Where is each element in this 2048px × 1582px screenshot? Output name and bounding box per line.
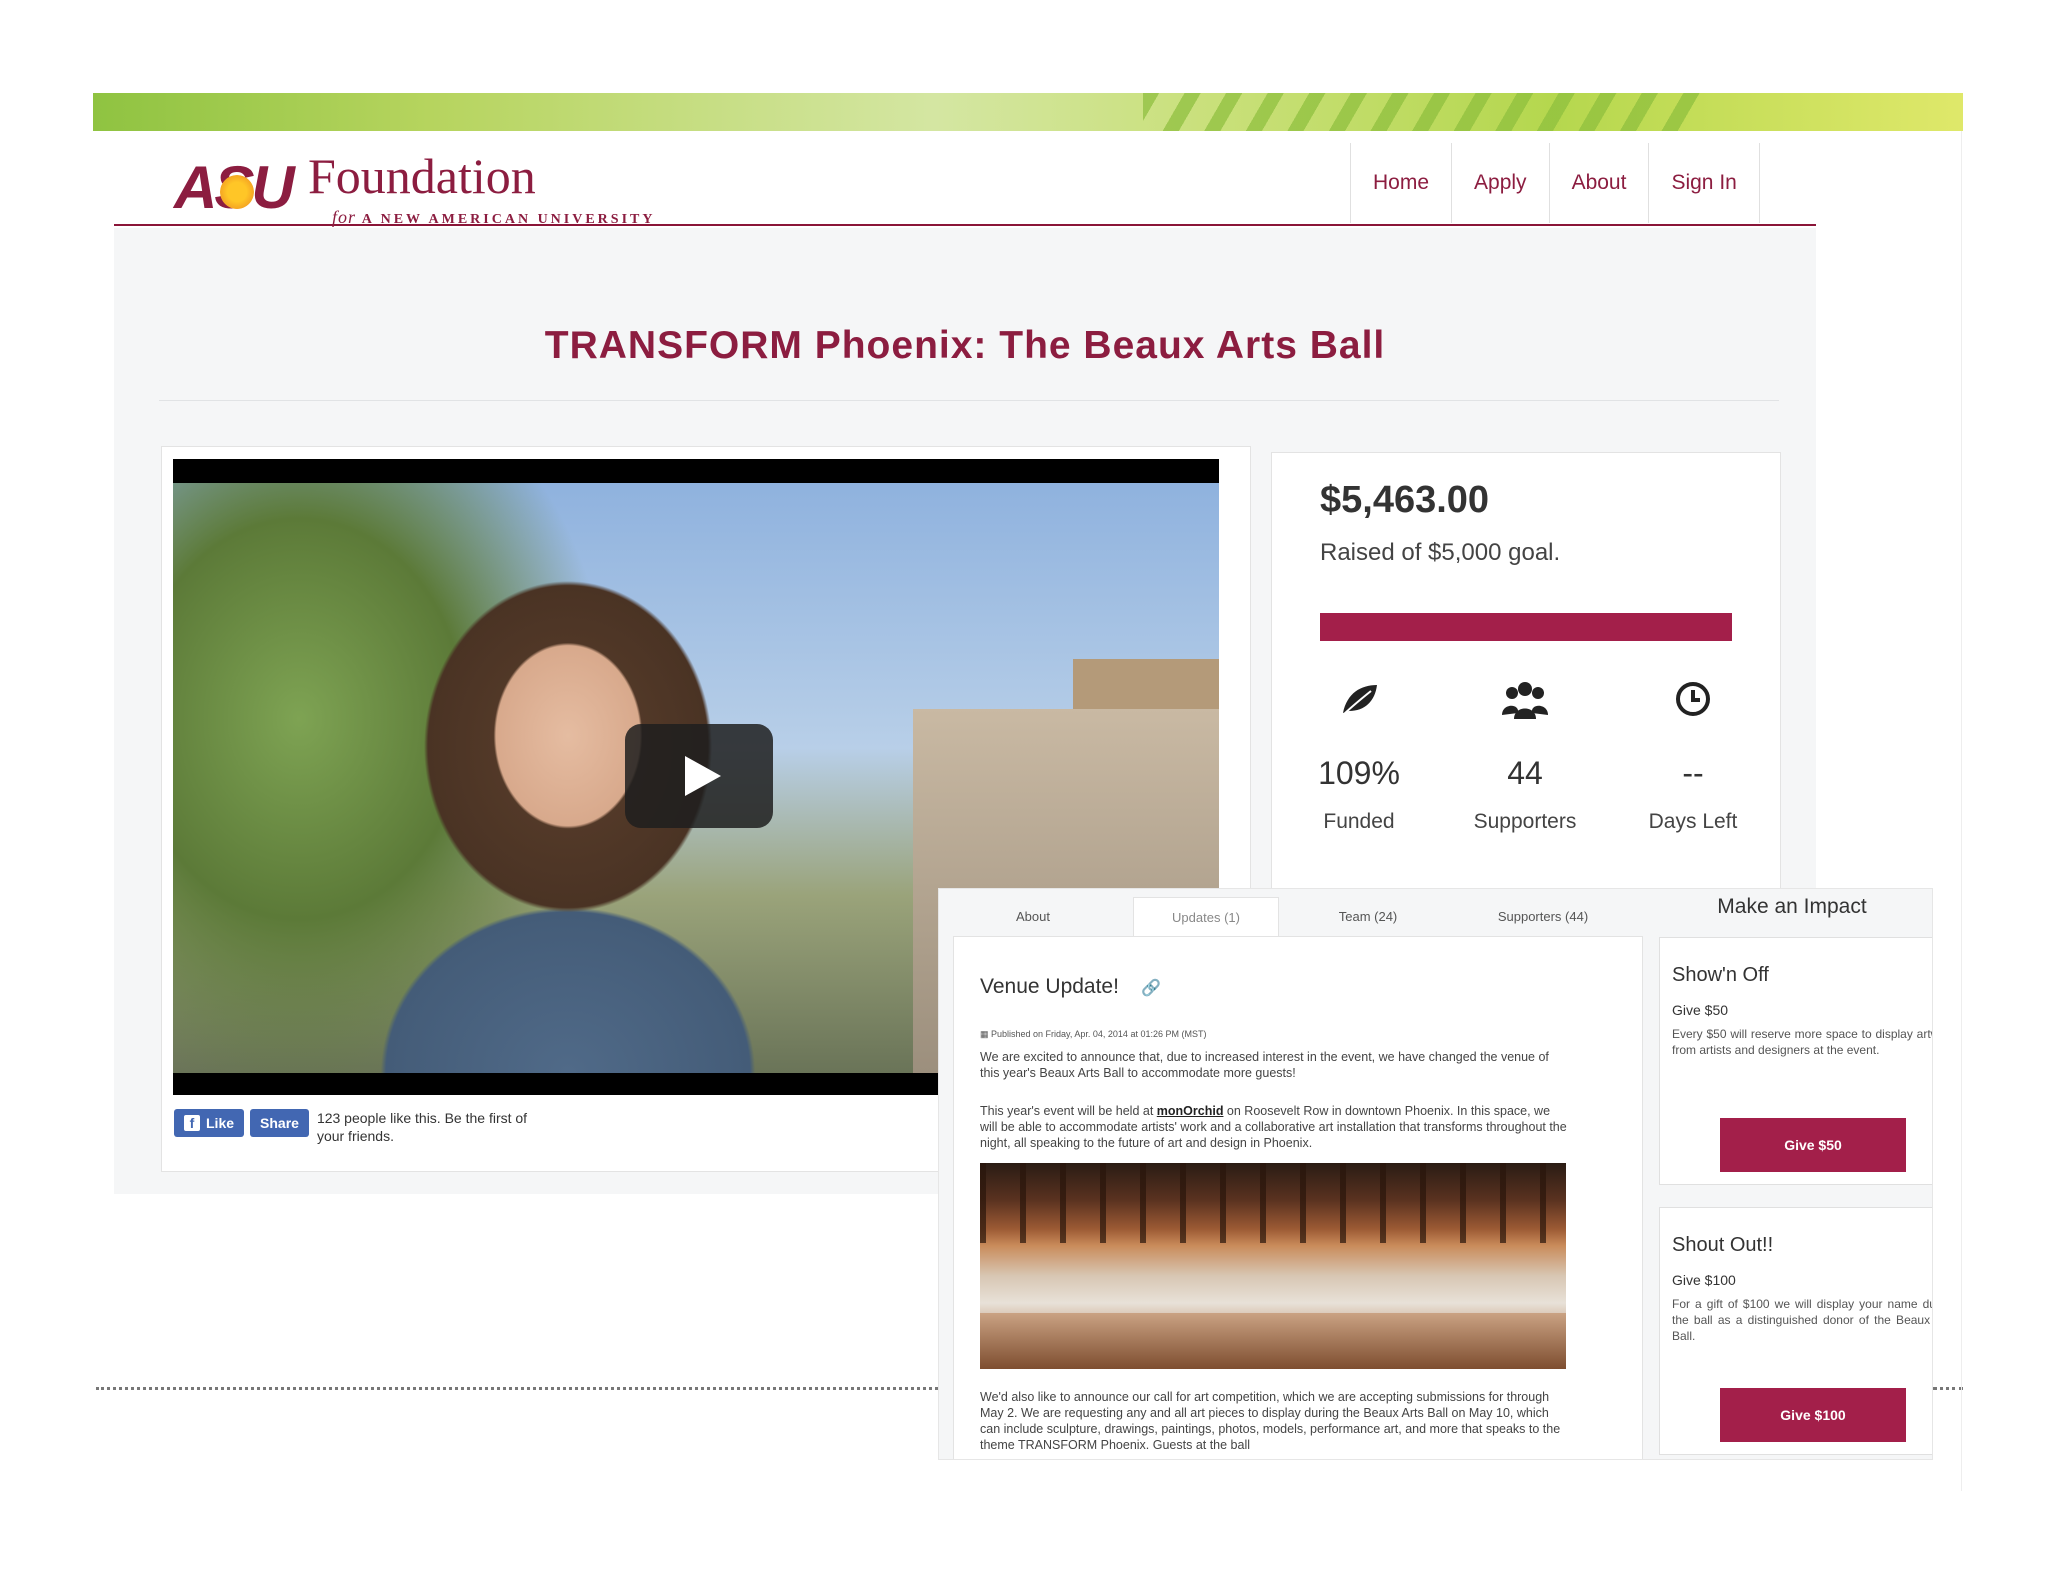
venue-beams <box>980 1163 1566 1243</box>
logo-tag-rest: A NEW AMERICAN UNIVERSITY <box>361 212 656 227</box>
play-button[interactable] <box>625 724 773 828</box>
stat-label: Supporters <box>1473 810 1577 833</box>
funding-card: $5,463.00 Raised of $5,000 goal. 109% Fu… <box>1271 452 1781 892</box>
update-overlay: About Updates (1) Team (24) Supporters (… <box>938 888 1933 1460</box>
give-100-button[interactable]: Give $100 <box>1720 1388 1906 1442</box>
group-icon <box>1445 679 1605 723</box>
stat-value: 44 <box>1507 755 1543 791</box>
asu-foundation-logo[interactable]: ASU Foundation for A NEW AMERICAN UNIVER… <box>174 147 694 227</box>
give-50-button[interactable]: Give $50 <box>1720 1118 1906 1172</box>
nav-about[interactable]: About <box>1550 143 1650 223</box>
para2-pre: This year's event will be held at <box>980 1104 1157 1118</box>
page-edge <box>1961 131 1962 1491</box>
fb-like-count: 123 people like this. Be the first of yo… <box>316 1110 528 1144</box>
stat-days-left: -- Days Left <box>1613 679 1773 834</box>
stat-funded: 109% Funded <box>1279 679 1439 834</box>
stat-label: Days Left <box>1648 810 1738 833</box>
reward-amount: Give $100 <box>1672 1272 1736 1288</box>
calendar-icon: ▦ <box>980 1029 992 1039</box>
published-date: ▦ Published on Friday, Apr. 04, 2014 at … <box>980 1029 1206 1040</box>
venue-floor <box>980 1313 1566 1369</box>
monorchid-link[interactable]: monOrchid <box>1157 1104 1224 1118</box>
published-text: Published on Friday, Apr. 04, 2014 at 01… <box>991 1029 1207 1039</box>
stat-value: -- <box>1682 755 1704 791</box>
update-title-text: Venue Update! <box>980 975 1119 998</box>
reward-card-50: Show'n Off Give $50 Every $50 will reser… <box>1659 937 1933 1185</box>
stat-value: 109% <box>1318 755 1400 791</box>
nav-home[interactable]: Home <box>1351 143 1453 223</box>
tab-updates[interactable]: Updates (1) <box>1133 897 1279 937</box>
reward-title: Shout Out!! <box>1672 1234 1774 1256</box>
nav-apply[interactable]: Apply <box>1452 143 1550 223</box>
venue-photo <box>980 1163 1566 1369</box>
tab-team[interactable]: Team (24) <box>1293 897 1443 937</box>
update-paragraph-1: We are excited to announce that, due to … <box>980 1050 1549 1080</box>
title-divider <box>159 400 1779 401</box>
tab-about[interactable]: About <box>953 897 1113 937</box>
update-panel: Venue Update! 🔗 ▦ Published on Friday, Ap… <box>953 936 1643 1459</box>
facebook-widget: f Like Share 123 people like this. Be th… <box>174 1109 535 1149</box>
fb-like-label: Like <box>206 1115 235 1131</box>
project-tabs: About Updates (1) Team (24) Supporters (… <box>953 897 1643 937</box>
reward-title: Show'n Off <box>1672 964 1769 986</box>
banner-pattern <box>1143 93 1703 131</box>
reward-description: Every $50 will reserve more space to dis… <box>1672 1027 1933 1057</box>
goal-text: Raised of $5,000 goal. <box>1320 539 1561 566</box>
leaf-icon <box>1279 679 1439 723</box>
sun-icon <box>220 175 254 209</box>
amount-raised: $5,463.00 <box>1320 479 1490 521</box>
fb-like-button[interactable]: f Like <box>174 1109 245 1137</box>
update-title: Venue Update! 🔗 <box>980 975 1161 999</box>
reward-card-100: Shout Out!! Give $100 For a gift of $100… <box>1659 1207 1933 1455</box>
logo-tag-for: for <box>332 207 357 227</box>
update-paragraph-2: This year's event will be held at monOrc… <box>980 1103 1570 1151</box>
header-banner <box>93 93 1963 131</box>
stat-supporters: 44 Supporters <box>1445 679 1605 834</box>
logo-tagline: for A NEW AMERICAN UNIVERSITY <box>332 207 655 228</box>
play-icon <box>685 756 721 796</box>
tab-supporters[interactable]: Supporters (44) <box>1453 897 1633 937</box>
page-title: TRANSFORM Phoenix: The Beaux Arts Ball <box>544 324 1386 367</box>
main-nav: Home Apply About Sign In <box>1350 143 1760 223</box>
dotted-divider <box>96 1387 938 1390</box>
stat-label: Funded <box>1323 810 1395 833</box>
site-header: ASU Foundation for A NEW AMERICAN UNIVER… <box>114 131 1816 227</box>
nav-sign-in[interactable]: Sign In <box>1649 143 1760 223</box>
dotted-divider <box>1933 1387 1963 1390</box>
reward-amount: Give $50 <box>1672 1002 1729 1018</box>
logo-wordmark: Foundation <box>308 148 536 204</box>
update-paragraph-3: We'd also like to announce our call for … <box>980 1390 1561 1452</box>
progress-fill <box>1320 613 1732 641</box>
facebook-icon: f <box>184 1115 200 1131</box>
reward-description: For a gift of $100 we will display your … <box>1672 1297 1933 1343</box>
clock-icon <box>1613 679 1773 723</box>
progress-bar <box>1320 613 1732 641</box>
impact-title: Make an Impact <box>1717 895 1867 918</box>
link-icon[interactable]: 🔗 <box>1141 980 1161 997</box>
fb-share-button[interactable]: Share <box>250 1109 309 1137</box>
